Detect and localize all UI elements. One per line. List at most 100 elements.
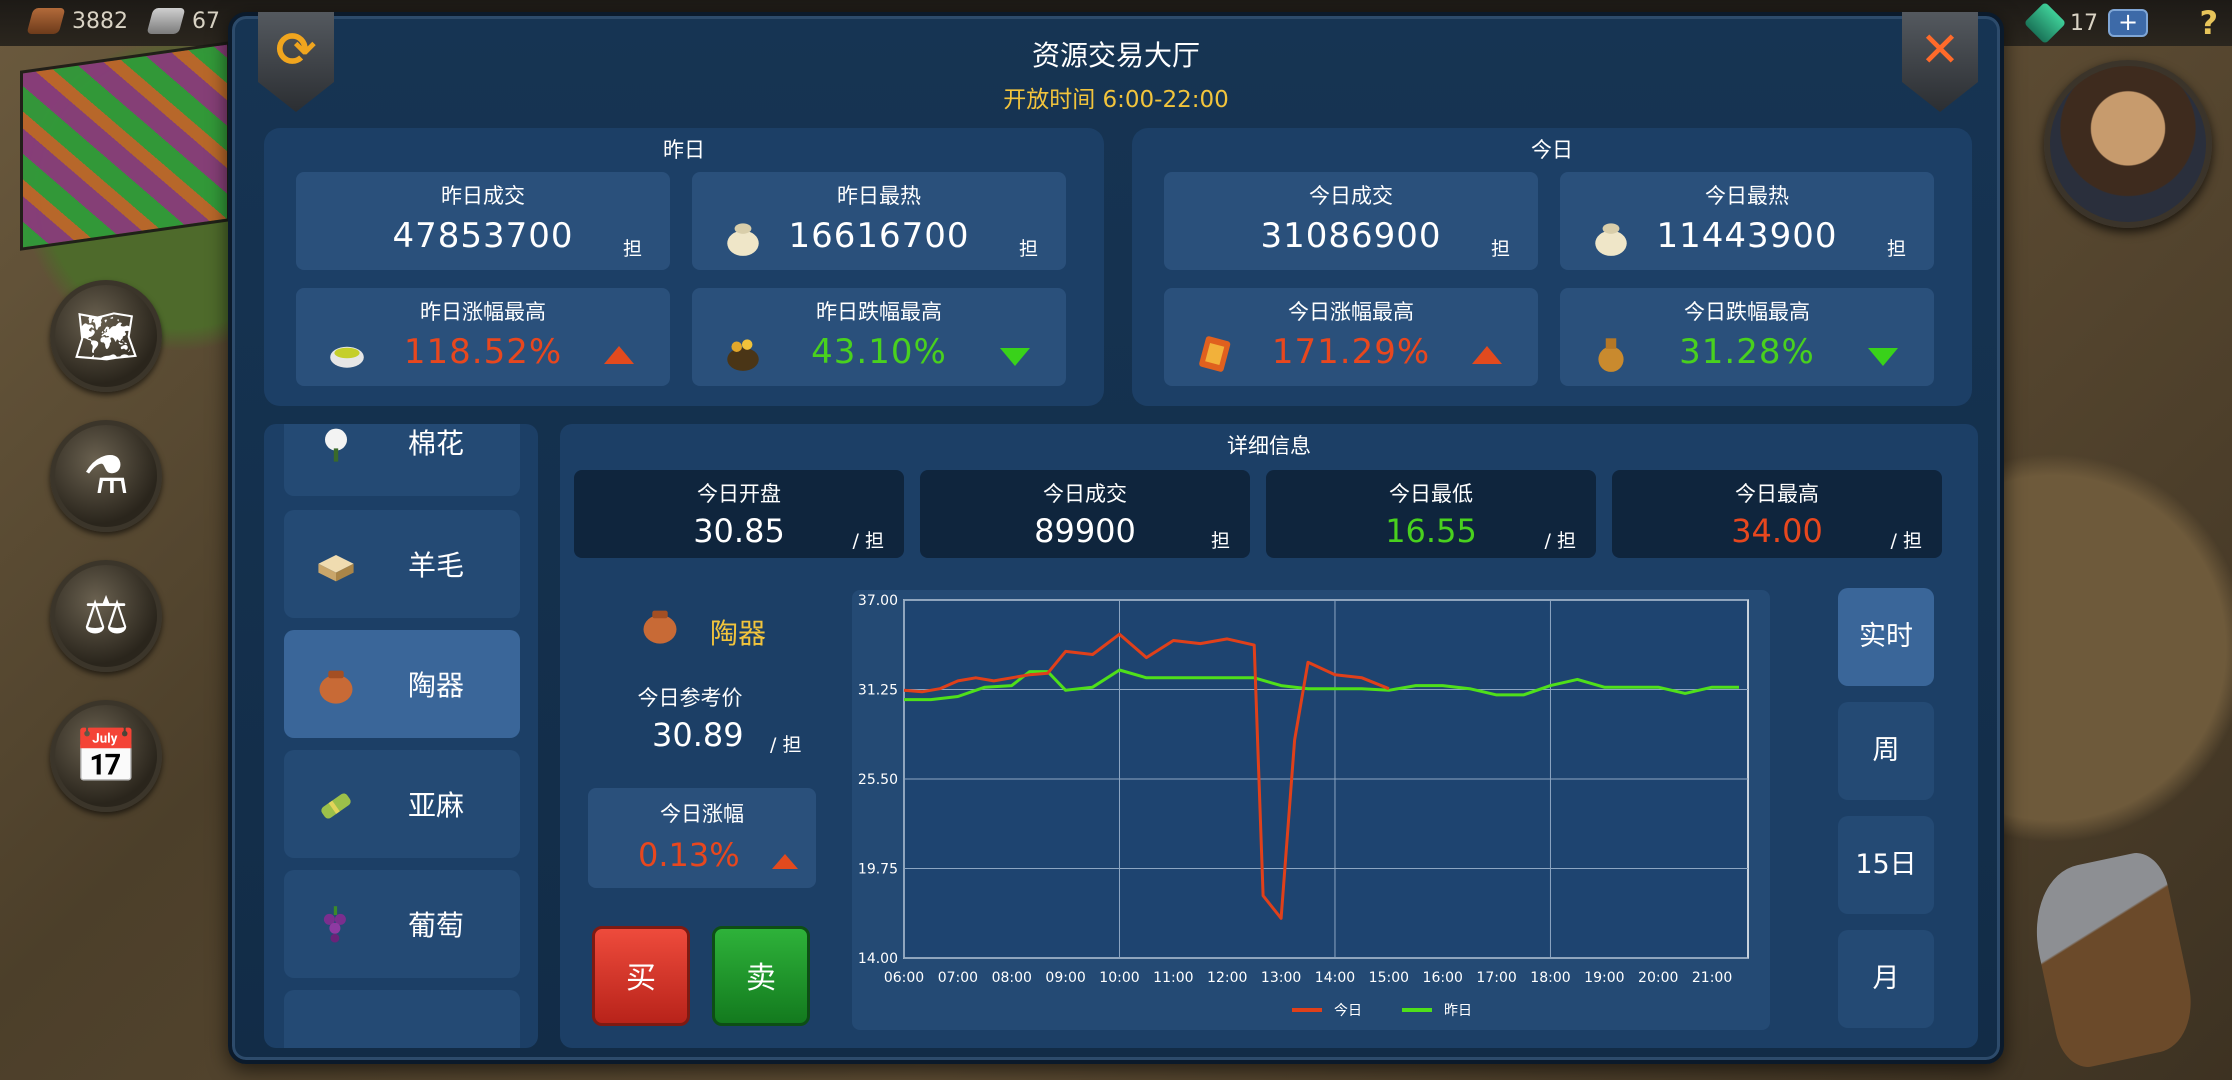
y-tick-label: 37.00 (858, 593, 898, 609)
buy-gems-button[interactable]: + (2108, 9, 2148, 37)
reference-price-label: 今日参考价 (637, 686, 743, 710)
yesterday-hottest-value: 16616700 (788, 216, 970, 256)
today-low-card: 今日最低 16.55 / 担 (1266, 470, 1596, 558)
iron-count: 67 (192, 8, 220, 34)
yesterday-top-drop-card[interactable]: 昨日跌幅最高 43.10% (692, 288, 1066, 386)
legend-label: 昨日 (1444, 1003, 1472, 1019)
opening-hours: 开放时间 6:00-22:00 (1003, 87, 1229, 113)
gem-count: 17 (2070, 10, 2098, 36)
today-volume-card: 今日成交 31086900 担 (1164, 172, 1538, 270)
yesterday-top-drop-label: 昨日跌幅最高 (816, 300, 942, 324)
pottery-icon (643, 610, 677, 644)
potion-button[interactable]: ⚗ (50, 420, 162, 532)
legend-label: 今日 (1334, 1003, 1362, 1019)
cotton-icon (325, 428, 347, 462)
yesterday-hottest-unit: 担 (1018, 238, 1038, 260)
today-volume-unit: 担 (1490, 238, 1510, 260)
potion-icon: ⚗ (82, 446, 130, 506)
advisor-portrait[interactable] (2044, 60, 2212, 228)
today-high-card: 今日最高 34.00 / 担 (1612, 470, 1942, 558)
pottery-icon (319, 670, 353, 704)
today-volume-value: 31086900 (1260, 216, 1442, 256)
goods-item-label: 羊毛 (408, 549, 465, 582)
x-tick-label: 15:00 (1369, 970, 1409, 986)
up-arrow-icon (604, 346, 634, 364)
today-hottest-label: 今日最热 (1705, 184, 1789, 208)
yesterday-panel: 昨日 昨日成交 47853700 担 昨日最热 16616700 担 昨日涨幅最… (264, 128, 1104, 406)
calendar-button[interactable]: 📅 (50, 700, 162, 812)
detail-panel: 详细信息 今日开盘 30.85 / 担 今日成交 89900 担 今日最低 16… (560, 424, 1978, 1048)
per-unit-label: / 担 (852, 530, 884, 552)
x-tick-label: 14:00 (1315, 970, 1355, 986)
goods-item-next[interactable] (284, 990, 520, 1048)
x-tick-label: 11:00 (1153, 970, 1193, 986)
build-axe-icon[interactable] (2022, 847, 2202, 1073)
goods-item-grape[interactable]: 葡萄 (284, 870, 520, 978)
y-tick-label: 25.50 (858, 772, 898, 788)
wood-count: 3882 (72, 8, 128, 34)
range-15day-button[interactable]: 15日 (1838, 816, 1934, 914)
x-tick-label: 10:00 (1099, 970, 1139, 986)
x-tick-label: 17:00 (1476, 970, 1516, 986)
wool-icon (318, 555, 354, 582)
goods-item-cotton[interactable]: 棉花 (284, 424, 520, 496)
y-tick-label: 14.00 (858, 951, 898, 967)
range-week-button[interactable]: 周 (1838, 702, 1934, 800)
y-tick-label: 31.25 (858, 683, 898, 699)
range-month-button[interactable]: 月 (1838, 930, 1934, 1028)
help-button[interactable]: ? (2199, 4, 2218, 42)
goods-item-pottery[interactable]: 陶器 (284, 630, 520, 738)
gem-stat: 17 + (2023, 1, 2148, 45)
scale-icon: ⚖ (82, 586, 130, 646)
up-arrow-icon (772, 854, 798, 869)
today-panel: 今日 今日成交 31086900 担 今日最热 11443900 担 今日涨幅最… (1132, 128, 1972, 406)
wood-stat: 3882 (26, 8, 128, 34)
goods-list[interactable]: 棉花 羊毛 陶器 亚麻 葡萄 (264, 424, 538, 1048)
yesterday-volume-label: 昨日成交 (441, 184, 525, 208)
yesterday-hottest-label: 昨日最热 (837, 184, 921, 208)
wood-icon (26, 8, 66, 34)
range-realtime-button[interactable]: 实时 (1838, 588, 1934, 686)
gem-icon (2023, 1, 2067, 45)
today-open-label: 今日开盘 (697, 482, 781, 506)
today-volume-detail-value: 89900 (1034, 512, 1136, 550)
price-chart-svg: 37.00 31.25 25.50 19.75 14.00 06:00 07:00 08:00… (858, 593, 1749, 1019)
today-heading: 今日 (1531, 138, 1573, 162)
today-top-drop-card[interactable]: 今日跌幅最高 31.28% (1560, 288, 1934, 386)
per-unit-label: / 担 (1544, 530, 1576, 552)
today-hottest-card[interactable]: 今日最热 11443900 担 (1560, 172, 1934, 270)
calendar-icon: 📅 (73, 726, 139, 787)
map-icon: 🗺 (72, 306, 139, 367)
today-hottest-unit: 担 (1886, 238, 1906, 260)
today-change-label: 今日涨幅 (660, 802, 744, 826)
goods-item-label: 棉花 (408, 427, 465, 460)
x-tick-label: 06:00 (884, 970, 924, 986)
today-top-gain-card[interactable]: 今日涨幅最高 171.29% (1164, 288, 1538, 386)
sell-button[interactable]: 卖 (712, 926, 810, 1026)
today-volume-detail-card: 今日成交 89900 担 (920, 470, 1250, 558)
minimap[interactable] (20, 41, 230, 251)
trade-hall-window: ⟳ ✕ 资源交易大厅 开放时间 6:00-22:00 昨日 昨日成交 47853… (228, 12, 2004, 1064)
yesterday-volume-card: 昨日成交 47853700 担 (296, 172, 670, 270)
grape-icon (323, 906, 346, 943)
yesterday-top-gain-card[interactable]: 昨日涨幅最高 118.52% (296, 288, 670, 386)
map-button[interactable]: 🗺 (50, 280, 162, 392)
today-hottest-value: 11443900 (1656, 216, 1838, 256)
today-change-card: 今日涨幅 0.13% (588, 788, 816, 888)
yesterday-hottest-card[interactable]: 昨日最热 16616700 担 (692, 172, 1066, 270)
goods-item-flax[interactable]: 亚麻 (284, 750, 520, 858)
iron-stat: 67 (146, 8, 220, 34)
yesterday-volume-unit: 担 (622, 238, 642, 260)
today-volume-detail-label: 今日成交 (1043, 482, 1127, 506)
y-tick-label: 19.75 (858, 862, 898, 878)
unit-label: 担 (1210, 530, 1230, 552)
x-tick-label: 08:00 (992, 970, 1032, 986)
yesterday-top-gain-label: 昨日涨幅最高 (420, 300, 546, 324)
buy-button[interactable]: 买 (592, 926, 690, 1026)
today-top-drop-label: 今日跌幅最高 (1684, 300, 1810, 324)
trade-scale-button[interactable]: ⚖ (50, 560, 162, 672)
goods-item-wool[interactable]: 羊毛 (284, 510, 520, 618)
x-tick-label: 19:00 (1584, 970, 1624, 986)
yesterday-heading: 昨日 (663, 138, 705, 162)
today-high-label: 今日最高 (1735, 482, 1819, 506)
